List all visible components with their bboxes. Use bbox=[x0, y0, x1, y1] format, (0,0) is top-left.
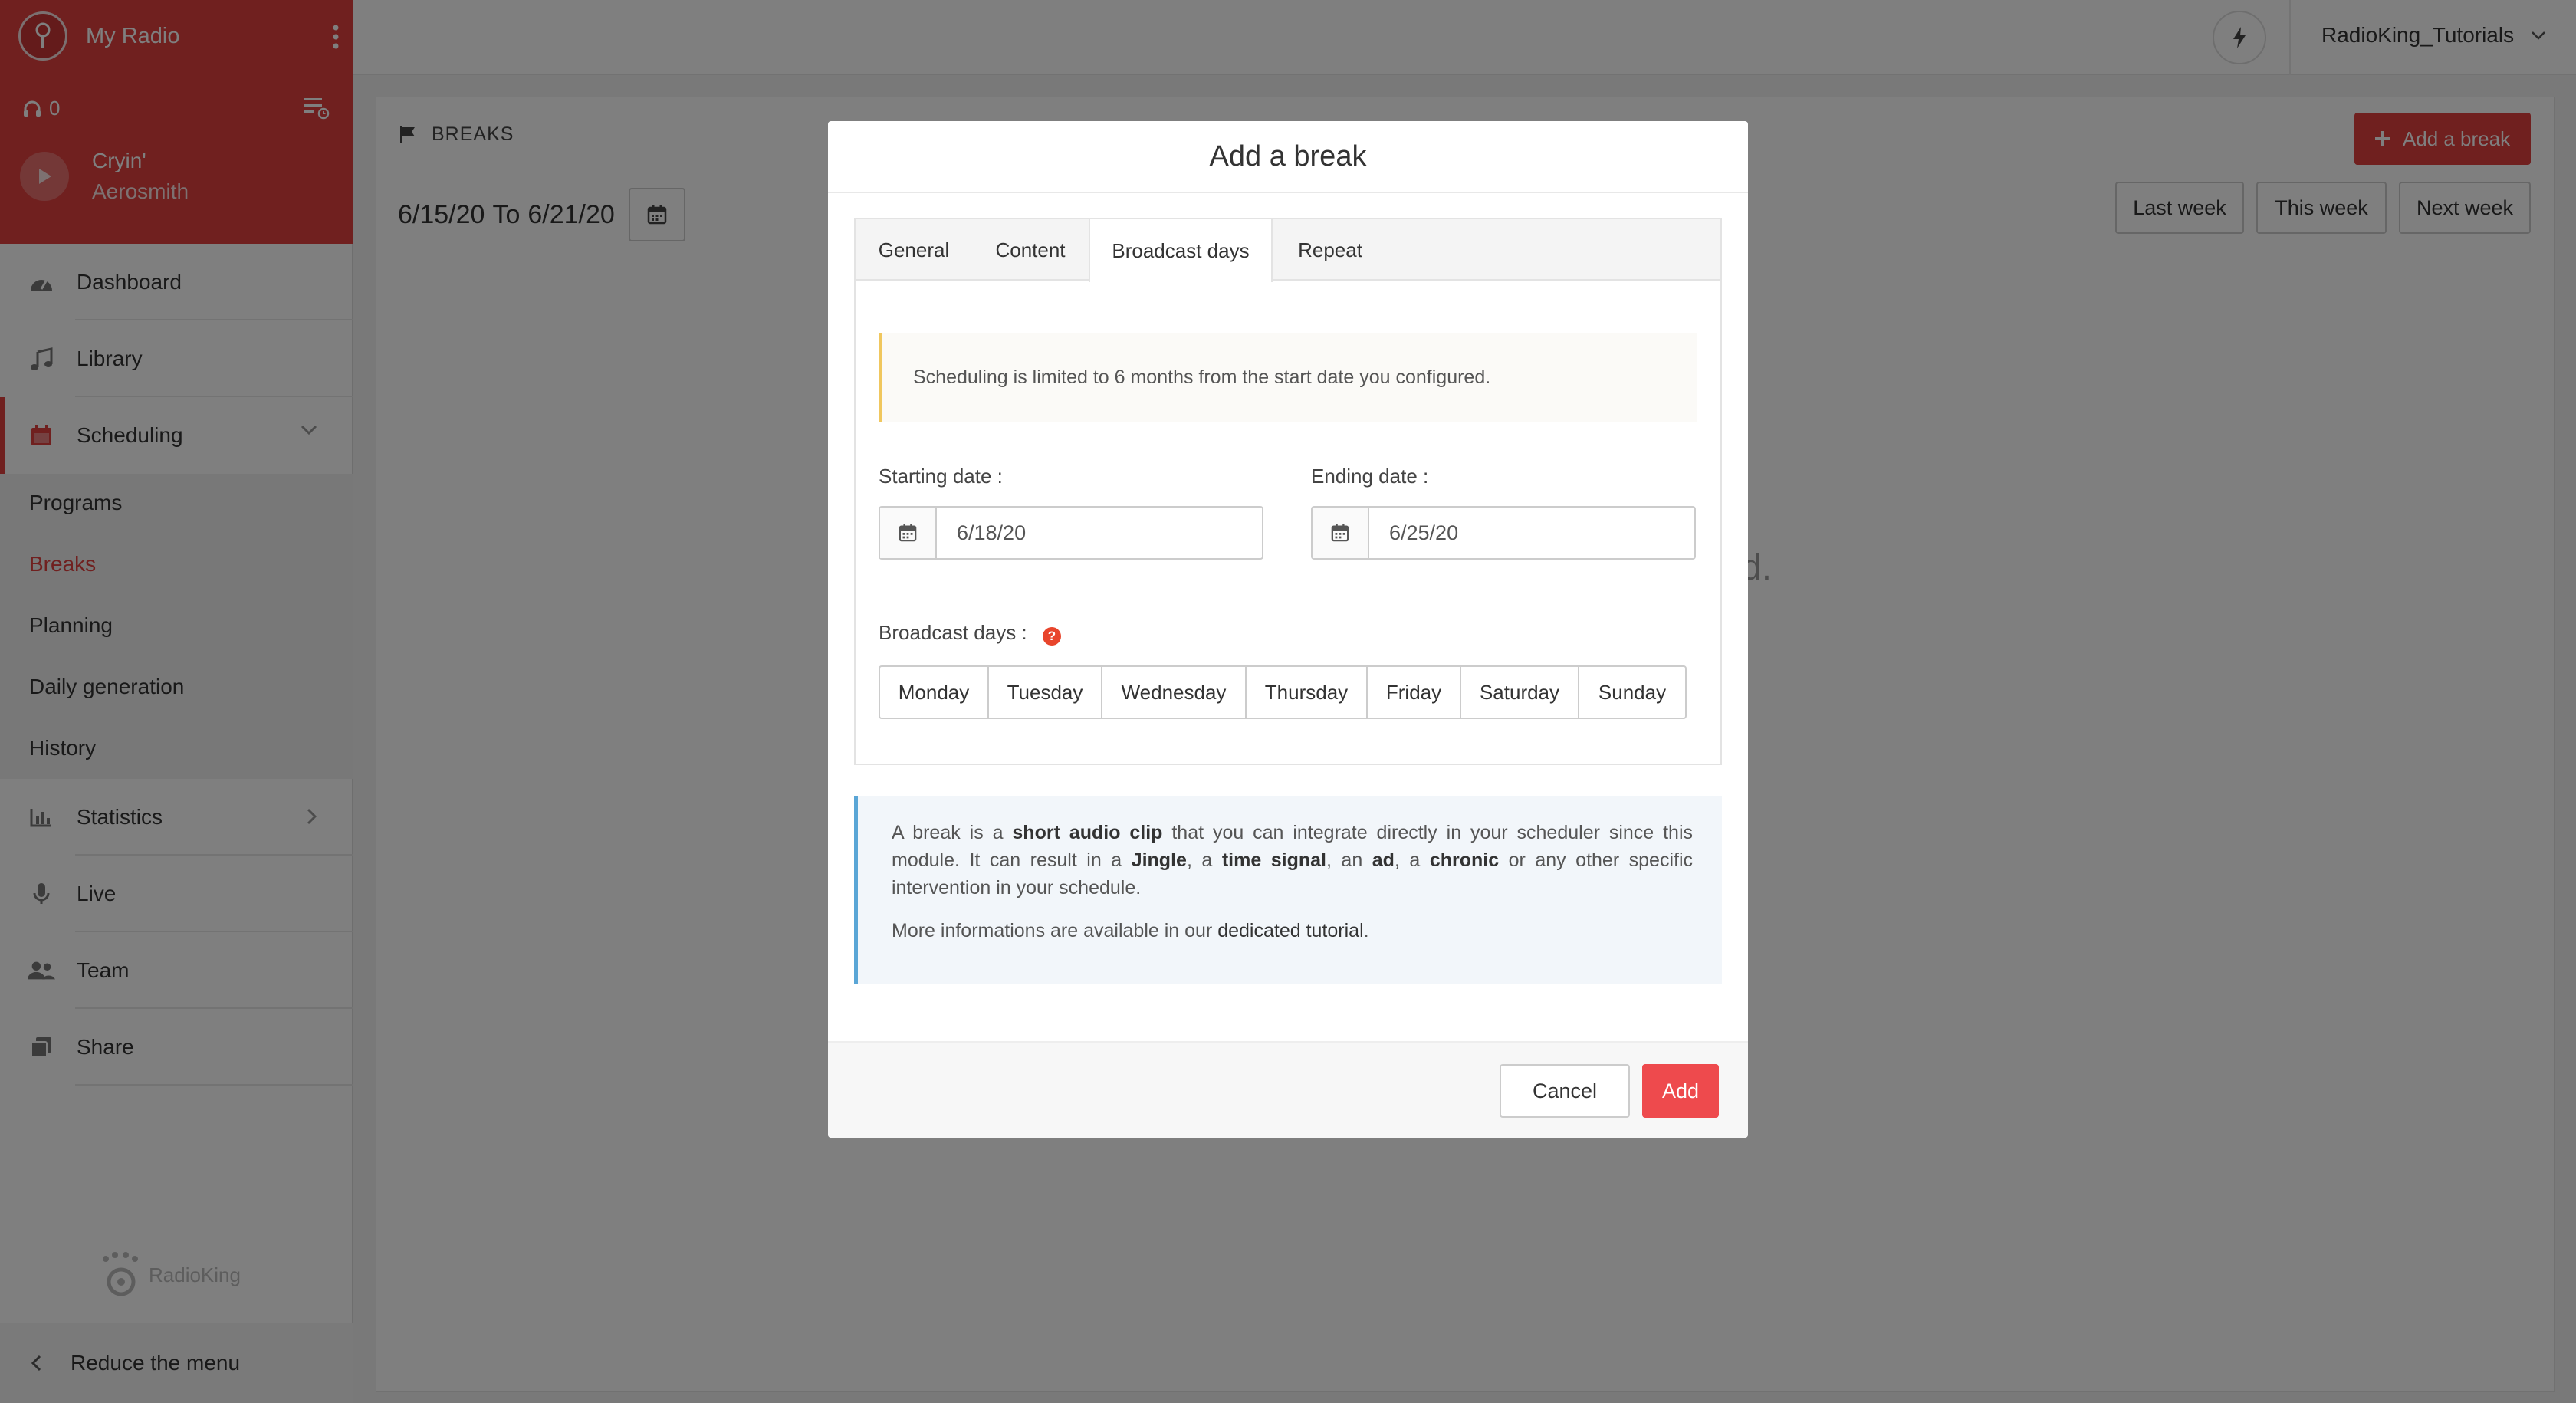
ending-date-label: Ending date : bbox=[1311, 465, 1429, 488]
ending-date-value: 6/25/20 bbox=[1389, 521, 1459, 544]
calendar-icon bbox=[1313, 508, 1369, 558]
info-paragraph: A break is a short audio clip that you c… bbox=[892, 822, 1694, 899]
starting-date-label: Starting date : bbox=[879, 465, 1003, 488]
help-icon[interactable]: ? bbox=[1043, 627, 1061, 646]
day-saturday[interactable]: Saturday bbox=[1461, 667, 1579, 718]
tab-repeat[interactable]: Repeat bbox=[1273, 219, 1388, 281]
day-thursday[interactable]: Thursday bbox=[1247, 667, 1368, 718]
tab-content[interactable]: Content bbox=[972, 219, 1089, 281]
dedicated-tutorial-link[interactable]: dedicated tutorial bbox=[1217, 920, 1363, 941]
calendar-icon bbox=[880, 508, 937, 558]
add-break-modal: Add a break General Content Broadcast da… bbox=[828, 121, 1748, 1138]
tab-bar: General Content Broadcast days Repeat bbox=[856, 219, 1720, 282]
break-info-box: A break is a short audio clip that you c… bbox=[854, 796, 1722, 984]
tab-broadcast-days[interactable]: Broadcast days bbox=[1089, 219, 1273, 282]
info-tutorial-paragraph: More informations are available in our d… bbox=[892, 920, 1369, 941]
broadcast-days-label: Broadcast days : bbox=[879, 621, 1027, 644]
starting-date-value: 6/18/20 bbox=[957, 521, 1027, 544]
day-tuesday[interactable]: Tuesday bbox=[989, 667, 1102, 718]
ending-date-field[interactable]: 6/25/20 bbox=[1311, 506, 1696, 560]
day-friday[interactable]: Friday bbox=[1368, 667, 1461, 718]
broadcast-days-group: Monday Tuesday Wednesday Thursday Friday… bbox=[879, 665, 1687, 719]
tabs-panel: General Content Broadcast days Repeat Sc… bbox=[854, 218, 1722, 765]
day-sunday[interactable]: Sunday bbox=[1579, 667, 1685, 718]
day-wednesday[interactable]: Wednesday bbox=[1102, 667, 1247, 718]
day-monday[interactable]: Monday bbox=[880, 667, 989, 718]
modal-footer: Cancel Add bbox=[828, 1041, 1748, 1138]
starting-date-field[interactable]: 6/18/20 bbox=[879, 506, 1263, 560]
cancel-button[interactable]: Cancel bbox=[1500, 1064, 1630, 1118]
scheduling-limit-warning: Scheduling is limited to 6 months from t… bbox=[879, 333, 1697, 422]
add-button[interactable]: Add bbox=[1642, 1064, 1719, 1118]
tab-general[interactable]: General bbox=[856, 219, 972, 281]
modal-title: Add a break bbox=[1209, 140, 1367, 172]
